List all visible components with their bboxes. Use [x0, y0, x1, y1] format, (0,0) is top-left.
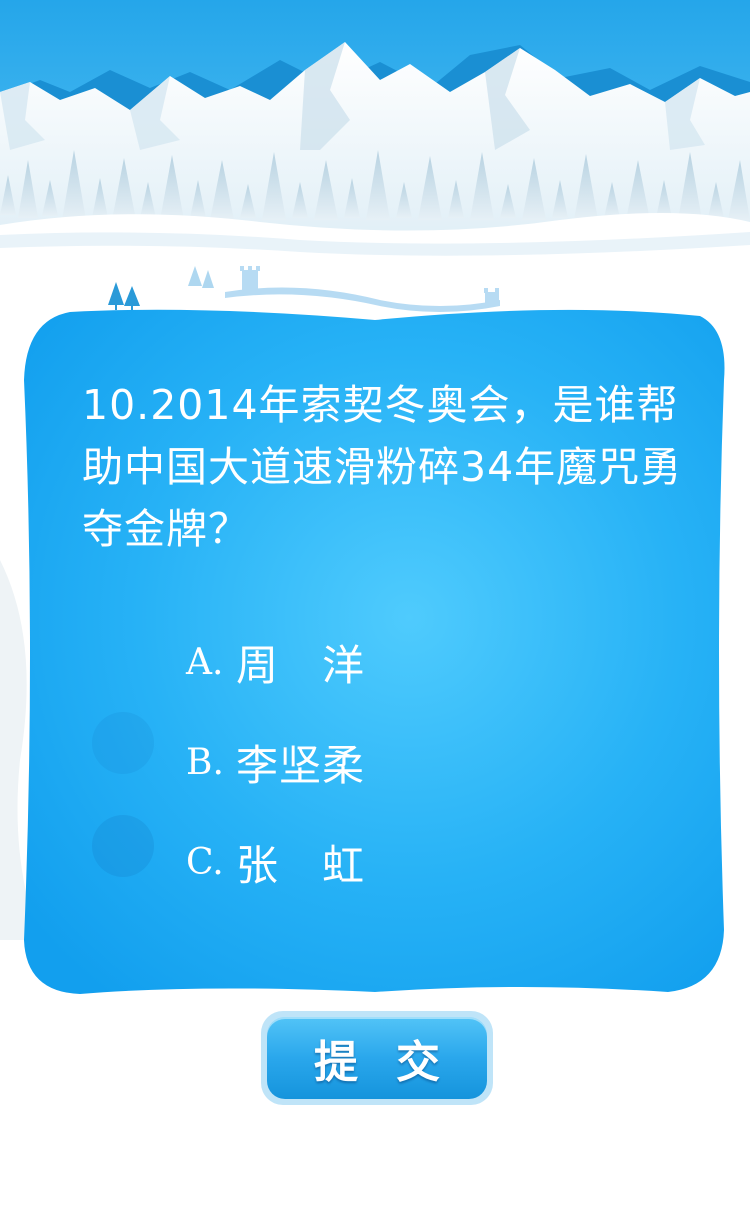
submit-button-face: 提交 — [267, 1017, 487, 1099]
option-b[interactable]: B. 李坚柔 — [186, 712, 586, 812]
option-label: 李坚柔 — [236, 740, 366, 790]
option-letter: C. — [186, 841, 224, 883]
answer-marker-icon — [92, 815, 154, 877]
option-label: 张 虹 — [236, 840, 366, 890]
quiz-page: 10.2014年索契冬奥会，是谁帮助中国大道速滑粉碎34年魔咒勇夺金牌？ A. … — [0, 0, 750, 1207]
submit-label: 提交 — [314, 1037, 478, 1088]
option-letter: A. — [186, 641, 224, 683]
answer-options: A. 周 洋 B. 李坚柔 C. 张 虹 — [186, 612, 586, 912]
option-letter: B. — [186, 741, 224, 783]
answer-marker-icon — [92, 712, 154, 774]
option-a[interactable]: A. 周 洋 — [186, 612, 586, 712]
question-text: 10.2014年索契冬奥会，是谁帮助中国大道速滑粉碎34年魔咒勇夺金牌？ — [82, 381, 683, 553]
option-label: 周 洋 — [236, 640, 366, 690]
submit-button[interactable]: 提交 — [261, 1011, 493, 1105]
option-c[interactable]: C. 张 虹 — [186, 812, 586, 912]
